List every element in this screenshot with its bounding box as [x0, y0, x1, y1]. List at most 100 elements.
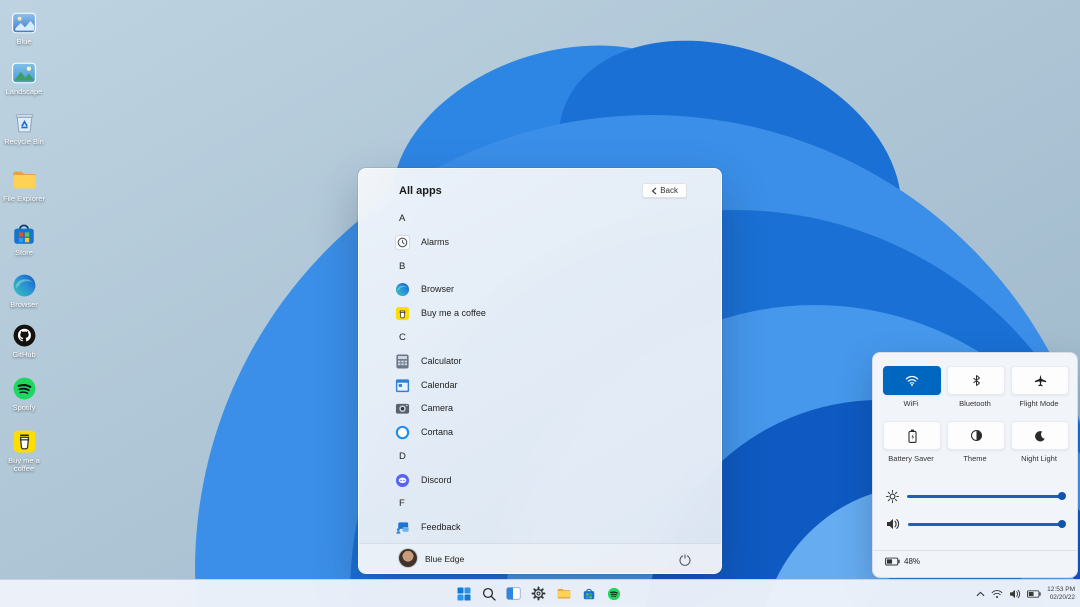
- start-menu-user-bar: Blue Edge: [359, 543, 721, 573]
- coffee-icon: [11, 428, 38, 455]
- battery-saver-toggle[interactable]: [883, 421, 941, 450]
- app-item-camera[interactable]: Camera: [394, 399, 453, 417]
- desktop-icon-label: Browser: [10, 300, 38, 309]
- volume-icon: [886, 518, 900, 530]
- desktop-icon-github[interactable]: GitHub: [1, 322, 47, 359]
- theme-toggle[interactable]: [947, 421, 1005, 450]
- desktop-icon-label: Landscape: [6, 87, 43, 96]
- battery-icon: [885, 557, 900, 566]
- desktop: Blue Landscape Recycle Bin File Explorer…: [0, 0, 1080, 607]
- theme-icon: [970, 429, 983, 442]
- night-light-icon: [1034, 430, 1046, 442]
- night-light-label: Night Light: [1007, 454, 1071, 463]
- alarms-icon: [394, 234, 410, 250]
- clock-date: 02/20/22: [1047, 594, 1075, 602]
- desktop-icon-label: Store: [15, 248, 33, 257]
- wifi-icon: [905, 375, 919, 386]
- night-light-toggle[interactable]: [1011, 421, 1069, 450]
- folder-icon: [556, 587, 572, 601]
- airplane-icon: [1034, 374, 1047, 387]
- settings-button[interactable]: [530, 585, 547, 602]
- bluetooth-toggle[interactable]: [947, 366, 1005, 395]
- store-icon: [582, 587, 596, 601]
- calculator-icon: [394, 353, 410, 369]
- desktop-icon-blue[interactable]: Blue: [1, 9, 47, 46]
- search-button[interactable]: [480, 585, 497, 602]
- app-item-discord[interactable]: Discord: [394, 471, 452, 489]
- app-item-calendar[interactable]: Calendar: [394, 376, 458, 394]
- store-icon: [11, 220, 38, 247]
- tray-volume-icon[interactable]: [1009, 589, 1021, 599]
- quick-settings-divider: [873, 550, 1077, 551]
- gear-icon: [531, 586, 546, 601]
- spotify-button[interactable]: [605, 585, 622, 602]
- app-item-alarms[interactable]: Alarms: [394, 233, 449, 251]
- section-letter-b[interactable]: B: [394, 257, 405, 275]
- tray-wifi-icon[interactable]: [991, 589, 1003, 599]
- taskbar-center-icons: [455, 580, 622, 607]
- section-letter-a[interactable]: A: [394, 209, 405, 227]
- all-apps-title: All apps: [399, 185, 442, 197]
- power-icon[interactable]: [679, 553, 691, 565]
- quick-settings-panel: WiFi Bluetooth Flight Mode Battery Saver…: [872, 352, 1078, 578]
- camera-icon: [394, 400, 410, 416]
- chevron-left-icon: [651, 187, 657, 195]
- clock[interactable]: 12:53 PM 02/20/22: [1047, 586, 1075, 601]
- windows-logo-icon: [457, 587, 471, 601]
- section-letter-d[interactable]: D: [394, 447, 406, 465]
- photo-icon: [11, 9, 38, 36]
- flight-mode-toggle[interactable]: [1011, 366, 1069, 395]
- desktop-icon-buy-me-a-coffee[interactable]: Buy me a coffee: [1, 428, 47, 473]
- desktop-icon-store[interactable]: Store: [1, 220, 47, 257]
- desktop-icon-label: File Explorer: [3, 194, 45, 203]
- desktop-icon-landscape[interactable]: Landscape: [1, 59, 47, 96]
- battery-percentage: 48%: [904, 557, 920, 566]
- task-view-icon: [506, 587, 521, 600]
- edge-icon: [394, 281, 410, 297]
- brightness-slider[interactable]: [886, 489, 1064, 503]
- avatar[interactable]: [399, 549, 417, 567]
- start-menu-all-apps: All apps Back A Alarms B Browser: [358, 168, 722, 574]
- battery-status[interactable]: 48%: [885, 557, 920, 566]
- app-item-feedback[interactable]: Feedback: [394, 518, 461, 536]
- brightness-track[interactable]: [907, 495, 1064, 498]
- volume-slider[interactable]: [886, 517, 1064, 531]
- discord-icon: [394, 472, 410, 488]
- back-button[interactable]: Back: [642, 183, 687, 198]
- store-button[interactable]: [580, 585, 597, 602]
- app-item-calculator[interactable]: Calculator: [394, 352, 462, 370]
- wifi-label: WiFi: [879, 399, 943, 408]
- tray-battery-icon[interactable]: [1027, 590, 1041, 598]
- search-icon: [482, 587, 496, 601]
- app-item-browser[interactable]: Browser: [394, 280, 454, 298]
- flight-mode-label: Flight Mode: [1007, 399, 1071, 408]
- desktop-icon-browser[interactable]: Browser: [1, 272, 47, 309]
- system-tray: 12:53 PM 02/20/22: [976, 580, 1075, 607]
- desktop-icon-file-explorer[interactable]: File Explorer: [1, 166, 47, 203]
- recycle-bin-icon: [11, 109, 38, 136]
- user-name[interactable]: Blue Edge: [425, 554, 464, 564]
- back-button-label: Back: [660, 186, 678, 195]
- coffee-icon: [394, 305, 410, 321]
- start-button[interactable]: [455, 585, 472, 602]
- app-item-cortana[interactable]: Cortana: [394, 423, 453, 441]
- app-item-buy-me-a-coffee[interactable]: Buy me a coffee: [394, 304, 486, 322]
- folder-icon: [11, 166, 38, 193]
- desktop-icon-spotify[interactable]: Spotify: [1, 375, 47, 412]
- file-explorer-button[interactable]: [555, 585, 572, 602]
- battery-saver-icon: [908, 429, 917, 443]
- cortana-icon: [394, 424, 410, 440]
- desktop-icon-recycle-bin[interactable]: Recycle Bin: [1, 109, 47, 146]
- wifi-toggle[interactable]: [883, 366, 941, 395]
- feedback-icon: [394, 519, 410, 535]
- task-view-button[interactable]: [505, 585, 522, 602]
- bluetooth-icon: [971, 374, 982, 387]
- spotify-icon: [11, 375, 38, 402]
- desktop-icon-label: GitHub: [12, 350, 35, 359]
- volume-track[interactable]: [908, 523, 1064, 526]
- section-letter-c[interactable]: C: [394, 328, 406, 346]
- calendar-icon: [394, 377, 410, 393]
- photo-icon: [11, 59, 38, 86]
- section-letter-f[interactable]: F: [394, 494, 405, 512]
- tray-chevron-up-icon[interactable]: [976, 591, 985, 597]
